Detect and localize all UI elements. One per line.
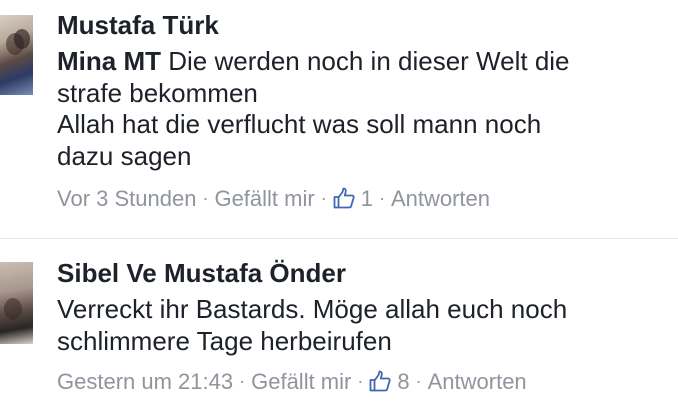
- mention-link[interactable]: Mina MT: [57, 46, 161, 76]
- separator-dot: ·: [320, 187, 327, 208]
- like-button[interactable]: Gefällt mir: [214, 186, 314, 212]
- like-button[interactable]: Gefällt mir: [251, 369, 351, 395]
- comment-text-line: Mina MT Die werden noch in dieser Welt d…: [57, 46, 667, 78]
- avatar-face: [14, 29, 30, 49]
- reply-button[interactable]: Antworten: [428, 369, 527, 395]
- comment-text: Die werden noch in dieser Welt die: [161, 46, 570, 76]
- like-count[interactable]: 1: [361, 186, 373, 212]
- comment-text-line: strafe bekommen: [57, 77, 258, 108]
- comment-body: Verreckt ihr Bastards. Möge allah euch n…: [57, 294, 667, 357]
- comment-text-line: Verreckt ihr Bastards. Möge allah euch n…: [57, 294, 568, 324]
- comment-timestamp[interactable]: Gestern um 21:43: [57, 369, 233, 395]
- separator-dot: ·: [357, 370, 364, 391]
- reply-button[interactable]: Antworten: [391, 186, 490, 212]
- comment-author[interactable]: Mustafa Türk: [57, 10, 219, 41]
- comment-meta: Vor 3 Stunden · Gefällt mir · 1 · Antwor…: [57, 186, 490, 212]
- avatar-face: [4, 298, 22, 320]
- comment-body: Mina MT Die werden noch in dieser Welt d…: [57, 46, 667, 172]
- comment-timestamp[interactable]: Vor 3 Stunden: [57, 186, 196, 212]
- comment-text-line: Allah hat die verflucht was soll mann no…: [57, 109, 542, 139]
- comment-text-line: dazu sagen: [57, 140, 192, 171]
- comment-author[interactable]: Sibel Ve Mustafa Önder: [57, 258, 346, 289]
- avatar[interactable]: [0, 15, 33, 95]
- like-count[interactable]: 8: [397, 369, 409, 395]
- comment-meta: Gestern um 21:43 · Gefällt mir · 8 · Ant…: [57, 369, 527, 395]
- separator-dot: ·: [202, 187, 209, 208]
- separator-dot: ·: [239, 370, 246, 391]
- thumbs-up-icon[interactable]: [333, 187, 355, 209]
- thumbs-up-icon[interactable]: [369, 370, 391, 392]
- separator-dot: ·: [378, 187, 385, 208]
- separator-dot: ·: [415, 370, 422, 391]
- avatar[interactable]: [0, 262, 33, 344]
- comment-divider: [0, 238, 678, 239]
- comment-text-line: schlimmere Tage herbeirufen: [57, 325, 392, 356]
